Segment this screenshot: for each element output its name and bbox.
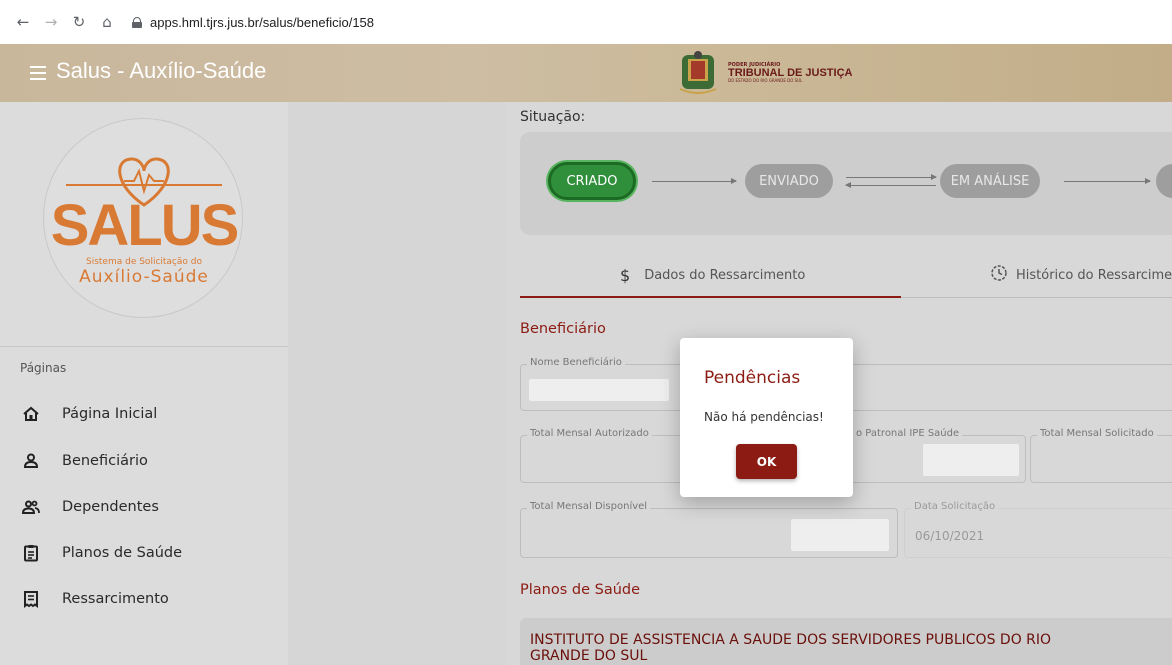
arrow-right-icon (846, 174, 937, 180)
forward-icon[interactable]: → (40, 11, 62, 33)
pendencias-dialog: Pendências Não há pendências! OK (680, 338, 853, 497)
tab-dados-ressarcimento[interactable]: $ Dados do Ressarcimento (620, 252, 805, 298)
tab-historico-ressarcimento[interactable]: Histórico do Ressarcime (990, 252, 1172, 298)
field-label: Data Solicitação (911, 501, 999, 512)
tab-bar: $ Dados do Ressarcimento Histórico do Re… (520, 252, 1172, 298)
sidebar-item-planos-de-saude[interactable]: Planos de Saúde (22, 541, 182, 565)
back-icon[interactable]: ← (12, 11, 34, 33)
planos-section-title: Planos de Saúde (520, 582, 641, 598)
coat-of-arms-icon (679, 51, 717, 94)
sidebar-item-beneficiario[interactable]: Beneficiário (22, 449, 148, 473)
field-label: Total Mensal Autorizado (527, 428, 652, 439)
dialog-title: Pendências (704, 368, 801, 388)
app-title: Salus - Auxílio-Saúde (56, 58, 267, 83)
logo-subtitle: Sistema de Solicitação do (86, 257, 202, 267)
clipboard-icon (22, 544, 40, 562)
beneficiario-section-title: Beneficiário (520, 321, 606, 337)
sidebar-item-label: Ressarcimento (62, 591, 169, 607)
logo-wordmark: SALUS (50, 193, 240, 258)
dialog-message: Não há pendências! (704, 410, 824, 424)
redacted-value (529, 379, 669, 401)
active-tab-indicator (520, 296, 901, 298)
step-em-analise: EM ANÁLISE (940, 164, 1040, 198)
people-icon (22, 498, 40, 516)
plano-name: INSTITUTO DE ASSISTENCIA A SAUDE DOS SER… (530, 632, 1052, 664)
arrow-left-icon (845, 182, 936, 188)
arrow-right-icon (652, 178, 737, 184)
app-header: Salus - Auxílio-Saúde PODER JUDICIÁRIO T… (0, 44, 1172, 102)
total-mensal-disponivel-field[interactable]: Total Mensal Disponível (520, 501, 898, 558)
person-icon (22, 452, 40, 470)
sidebar-item-ressarcimento[interactable]: Ressarcimento (22, 587, 169, 611)
status-label: Situação: (520, 109, 586, 125)
url-text: apps.hml.tjrs.jus.br/salus/beneficio/158 (150, 14, 375, 30)
reload-icon[interactable]: ↻ (68, 11, 90, 33)
browser-toolbar: ← → ↻ ⌂ apps.hml.tjrs.jus.br/salus/benef… (0, 0, 1172, 44)
salus-logo: SALUS Sistema de Solicitação do Auxílio-… (43, 118, 243, 318)
sidebar-item-label: Dependentes (62, 499, 159, 515)
dollar-icon: $ (620, 265, 631, 285)
home-icon (22, 405, 40, 423)
redacted-value (791, 519, 889, 551)
redacted-value (923, 444, 1019, 476)
hamburger-menu-icon[interactable] (30, 66, 46, 80)
total-mensal-solicitado-field[interactable]: Total Mensal Solicitado (1030, 428, 1172, 483)
history-icon (990, 264, 1008, 286)
data-solicitacao-value: 06/10/2021 (915, 529, 985, 543)
tab-label: Histórico do Ressarcime (1016, 267, 1172, 283)
address-bar[interactable]: apps.hml.tjrs.jus.br/salus/beneficio/158 (132, 8, 374, 36)
patronal-ipe-field[interactable]: o Patronal IPE Saúde (846, 428, 1026, 483)
sidebar-item-pagina-inicial[interactable]: Página Inicial (22, 402, 157, 426)
sidebar-item-label: Beneficiário (62, 453, 148, 469)
field-label: Total Mensal Disponível (527, 501, 651, 512)
tab-label: Dados do Ressarcimento (644, 267, 806, 283)
logo-subtitle-2: Auxílio-Saúde (79, 267, 209, 287)
field-label: o Patronal IPE Saúde (853, 428, 963, 439)
receipt-icon (22, 590, 40, 608)
data-solicitacao-field: Data Solicitação 06/10/2021 (904, 501, 1172, 558)
tribunal-brand: PODER JUDICIÁRIO TRIBUNAL DE JUSTIÇA DO … (676, 49, 852, 97)
sidebar: SALUS Sistema de Solicitação do Auxílio-… (0, 102, 288, 665)
pages-section-label: Páginas (20, 361, 67, 375)
plano-card[interactable]: INSTITUTO DE ASSISTENCIA A SAUDE DOS SER… (520, 618, 1172, 665)
step-criado: CRIADO (548, 162, 636, 200)
step-next: A (1156, 164, 1172, 198)
sidebar-item-label: Página Inicial (62, 406, 158, 422)
ok-button[interactable]: OK (736, 444, 797, 479)
sidebar-item-dependentes[interactable]: Dependentes (22, 495, 159, 519)
status-stepper: CRIADO ENVIADO EM ANÁLISE A (520, 132, 1172, 235)
field-label: Nome Beneficiário (527, 357, 625, 368)
home-browser-icon[interactable]: ⌂ (96, 11, 118, 33)
sidebar-item-label: Planos de Saúde (62, 545, 183, 561)
step-enviado: ENVIADO (745, 164, 833, 198)
field-label: Total Mensal Solicitado (1037, 428, 1157, 439)
arrow-right-icon (1064, 178, 1151, 184)
content-gutter (288, 102, 506, 665)
divider (0, 346, 288, 347)
lock-icon (132, 17, 142, 28)
brand-line3: DO ESTADO DO RIO GRANDE DO SUL (728, 78, 803, 83)
